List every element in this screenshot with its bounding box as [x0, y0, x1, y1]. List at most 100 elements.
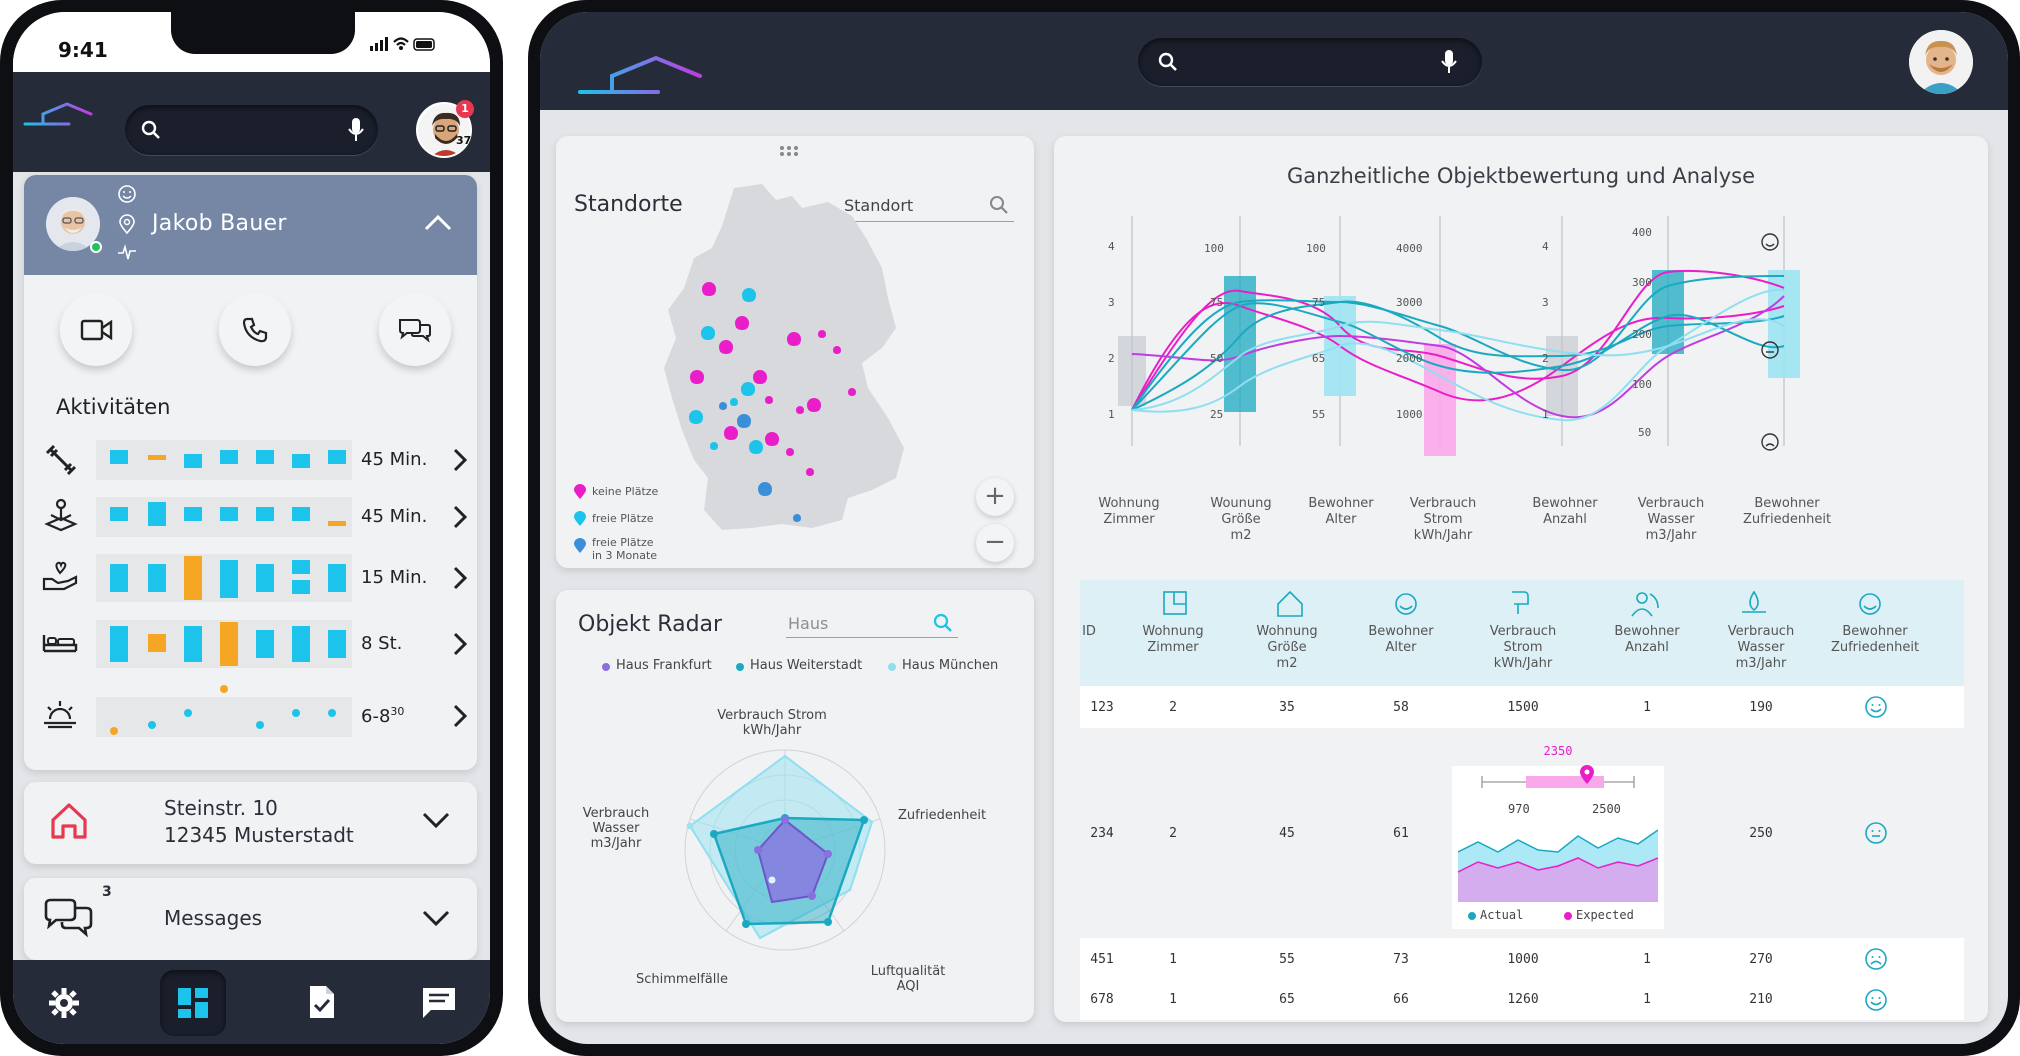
activity-value: 45 Min.	[361, 449, 428, 470]
online-status-dot	[90, 241, 102, 253]
patient-name: Jakob Bauer	[152, 211, 287, 236]
signal-wifi-battery-icon	[370, 37, 435, 51]
activity-row[interactable]: 15 Min.	[24, 549, 477, 609]
consumption-area-chart	[1458, 829, 1658, 902]
address-street: Steinstr. 10	[164, 796, 278, 820]
cell-strom: 1000	[1507, 952, 1539, 967]
chevron-right-icon[interactable]	[452, 703, 468, 729]
column-header[interactable]: Verbrauch Strom kWh/Jahr	[1468, 624, 1578, 672]
locations-panel: Standorte Standort keine Plätze freie Pl…	[556, 136, 1034, 568]
legend-label: keine Plätze	[592, 485, 659, 498]
settings-gear-icon[interactable]	[47, 986, 81, 1020]
happy-face-icon	[1865, 989, 1887, 1011]
cell-strom: 1260	[1507, 992, 1539, 1007]
table-row[interactable]: 451 1 55 73 1000 1 270	[1080, 938, 1964, 980]
home-icon	[51, 803, 87, 839]
location-pin-icon	[119, 214, 135, 235]
camera-notch	[171, 12, 355, 54]
cell-groesse: 55	[1279, 952, 1295, 967]
activity-row[interactable]: 6-830	[24, 685, 477, 745]
phone-icon	[242, 317, 268, 343]
search-icon	[141, 120, 160, 139]
sleep-time-value: 6-8	[361, 706, 391, 727]
phone-device: 9:41 1 37 Jakob Bauer Aktivitäten 45 Min…	[0, 0, 503, 1056]
parallel-coordinates-chart[interactable]: 4 3 2 1 100 75 50 25 100 75 65 55 4000 3000 2000 100…	[1074, 206, 1974, 456]
search-input[interactable]	[1138, 38, 1482, 86]
axis-tick: 100	[1306, 242, 1326, 255]
bottom-nav	[13, 960, 490, 1044]
happy-face-icon	[1865, 696, 1887, 718]
chevron-right-icon[interactable]	[452, 565, 468, 591]
radar-axis-label: Schimmelfälle	[636, 972, 728, 987]
cell-strom: 1500	[1507, 700, 1539, 715]
status-time: 9:41	[58, 38, 108, 62]
analysis-panel: Ganzheitliche Objektbewertung und Analys…	[1054, 136, 1988, 1022]
address-card[interactable]: Steinstr. 10 12345 Musterstadt	[24, 782, 477, 864]
messages-card[interactable]: 3 Messages	[24, 878, 477, 960]
cell-alter: 58	[1393, 700, 1409, 715]
chevron-down-icon[interactable]	[420, 906, 452, 930]
axis-label: Bewohner Zufriedenheit	[1742, 496, 1832, 527]
zoom-in-button[interactable]: +	[976, 478, 1014, 516]
chevron-right-icon[interactable]	[452, 504, 468, 530]
activity-row[interactable]: 8 St.	[24, 615, 477, 675]
messages-count: 3	[102, 884, 112, 900]
column-header[interactable]: Verbrauch Wasser m3/Jahr	[1706, 624, 1816, 672]
smiley-icon	[118, 185, 136, 203]
neutral-face-icon	[1865, 822, 1887, 844]
video-call-button[interactable]	[60, 294, 132, 366]
activity-row[interactable]: 45 Min.	[24, 435, 477, 485]
activity-row[interactable]: 45 Min.	[24, 492, 477, 542]
microphone-icon[interactable]	[347, 117, 365, 143]
cell-zimmer: 1	[1169, 952, 1177, 967]
chevron-right-icon[interactable]	[452, 447, 468, 473]
axis-tick: 65	[1312, 352, 1325, 365]
cell-wasser: 270	[1749, 952, 1773, 967]
column-header[interactable]: Bewohner Anzahl	[1592, 624, 1702, 656]
column-header[interactable]: Wohnung Zimmer	[1118, 624, 1228, 656]
microphone-icon[interactable]	[1440, 49, 1458, 75]
radar-axis-label: Luftqualität AQI	[870, 964, 946, 994]
axis-tick: 2	[1542, 352, 1549, 365]
axis-tick: 1000	[1396, 408, 1423, 421]
table-row[interactable]: 123 2 35 58 1500 1 190	[1080, 686, 1964, 728]
messages-icon	[44, 898, 93, 938]
chevron-down-icon[interactable]	[420, 808, 452, 832]
chevron-right-icon[interactable]	[452, 631, 468, 657]
cell-zimmer: 1	[1169, 992, 1177, 1007]
activity-value: 6-830	[361, 705, 404, 727]
range-min: 970	[1508, 802, 1530, 816]
chevron-up-icon[interactable]	[422, 211, 454, 235]
chat-button[interactable]	[379, 294, 451, 366]
patient-header[interactable]: Jakob Bauer	[24, 175, 477, 275]
phone-call-button[interactable]	[219, 294, 291, 366]
drag-handle-icon[interactable]	[778, 144, 800, 158]
people-icon	[1636, 592, 1648, 604]
axis-tick: 4	[1542, 240, 1549, 253]
axis-label: Verbrauch Strom kWh/Jahr	[1409, 496, 1477, 543]
column-header[interactable]: Wohnung Größe m2	[1232, 624, 1342, 672]
search-icon	[933, 613, 952, 632]
chat-bubbles-icon	[399, 319, 431, 343]
pin-blue-icon	[574, 538, 586, 553]
search-input[interactable]	[125, 105, 378, 155]
document-check-icon[interactable]	[307, 984, 337, 1020]
cell-alter: 73	[1393, 952, 1409, 967]
table-row-expanded[interactable]: 234 2 45 61 1 250 2350 970 250	[1080, 728, 1964, 938]
message-square-icon[interactable]	[421, 984, 457, 1020]
avatar[interactable]	[1909, 30, 1973, 94]
radar-chart[interactable]	[660, 738, 910, 968]
face-icon	[1395, 593, 1417, 615]
activity-strip	[96, 497, 352, 537]
sad-face-icon	[1865, 948, 1887, 970]
cell-alter: 66	[1393, 992, 1409, 1007]
range-bar	[1481, 765, 1635, 788]
house-search-input[interactable]: Haus	[786, 608, 958, 638]
table-row[interactable]: 678 1 65 66 1260 1 210	[1080, 980, 1964, 1020]
column-header[interactable]: Bewohner Zufriedenheit	[1820, 624, 1930, 656]
search-icon	[990, 196, 1008, 214]
column-header[interactable]: Bewohner Alter	[1346, 624, 1456, 656]
table-header: ID Wohnung Zimmer Wohnung Größe m2 Bewoh…	[1080, 580, 1964, 686]
nav-dashboard-button[interactable]	[160, 970, 226, 1036]
zoom-out-button[interactable]: −	[976, 524, 1014, 562]
